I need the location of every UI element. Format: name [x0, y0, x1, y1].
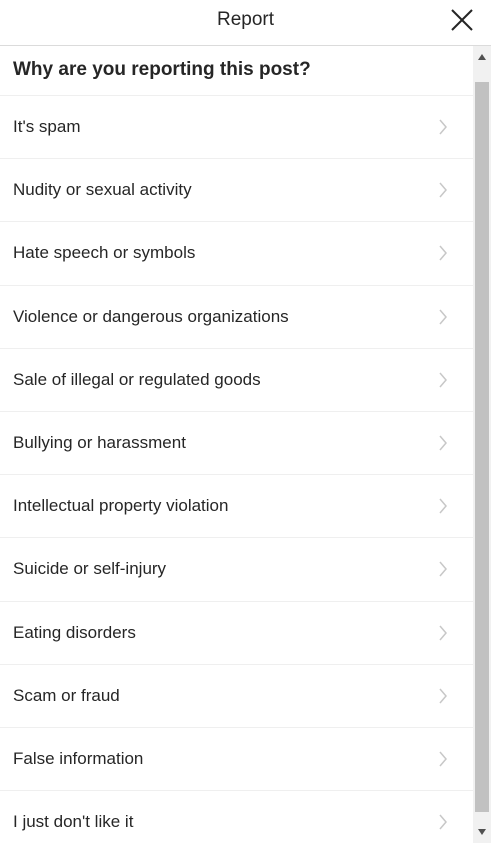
report-option[interactable]: I just don't like it	[0, 791, 473, 843]
chevron-right-icon	[439, 688, 447, 704]
report-option[interactable]: Hate speech or symbols	[0, 222, 473, 286]
report-option[interactable]: It's spam	[0, 96, 473, 160]
report-option-label: Violence or dangerous organizations	[13, 306, 289, 326]
report-question: Why are you reporting this post?	[0, 46, 473, 96]
chevron-right-icon	[439, 119, 447, 135]
scrollbar[interactable]	[473, 46, 491, 843]
scroll-down-arrow-icon[interactable]	[478, 829, 486, 835]
modal-header: Report	[0, 0, 491, 46]
report-option-label: I just don't like it	[13, 812, 134, 832]
chevron-right-icon	[439, 182, 447, 198]
report-option-label: Hate speech or symbols	[13, 243, 196, 263]
report-option[interactable]: Sale of illegal or regulated goods	[0, 349, 473, 412]
report-option[interactable]: Suicide or self-injury	[0, 538, 473, 602]
report-option-label: Sale of illegal or regulated goods	[13, 369, 261, 389]
close-icon[interactable]	[449, 7, 475, 33]
report-option-label: Scam or fraud	[13, 685, 120, 705]
report-option-label: Intellectual property violation	[13, 496, 229, 516]
chevron-right-icon	[439, 814, 447, 830]
report-option-label: Suicide or self-injury	[13, 559, 167, 579]
page-title: Report	[216, 9, 275, 30]
scrollbar-thumb[interactable]	[475, 82, 489, 812]
chevron-right-icon	[439, 561, 447, 577]
report-option[interactable]: False information	[0, 728, 473, 792]
report-option[interactable]: Intellectual property violation	[0, 475, 473, 539]
chevron-right-icon	[439, 751, 447, 767]
report-option-label: Nudity or sexual activity	[13, 180, 192, 200]
chevron-right-icon	[439, 372, 447, 388]
report-option[interactable]: Violence or dangerous organizations	[0, 286, 473, 349]
chevron-right-icon	[439, 245, 447, 261]
report-options-list[interactable]: Why are you reporting this post? It's sp…	[0, 46, 473, 843]
scroll-down-button[interactable]	[473, 823, 491, 841]
close-button[interactable]	[449, 7, 475, 33]
scroll-up-arrow-icon[interactable]	[478, 54, 486, 60]
chevron-right-icon	[439, 435, 447, 451]
report-option-label: Bullying or harassment	[13, 433, 186, 453]
report-option[interactable]: Nudity or sexual activity	[0, 159, 473, 223]
chevron-right-icon	[439, 625, 447, 641]
report-option-label: It's spam	[13, 117, 81, 137]
scroll-up-button[interactable]	[473, 48, 491, 66]
chevron-right-icon	[439, 498, 447, 514]
report-option[interactable]: Bullying or harassment	[0, 412, 473, 476]
report-option-label: Eating disorders	[13, 622, 136, 642]
report-option[interactable]: Eating disorders	[0, 602, 473, 665]
report-option-label: False information	[13, 748, 144, 768]
report-option[interactable]: Scam or fraud	[0, 665, 473, 728]
chevron-right-icon	[439, 309, 447, 325]
